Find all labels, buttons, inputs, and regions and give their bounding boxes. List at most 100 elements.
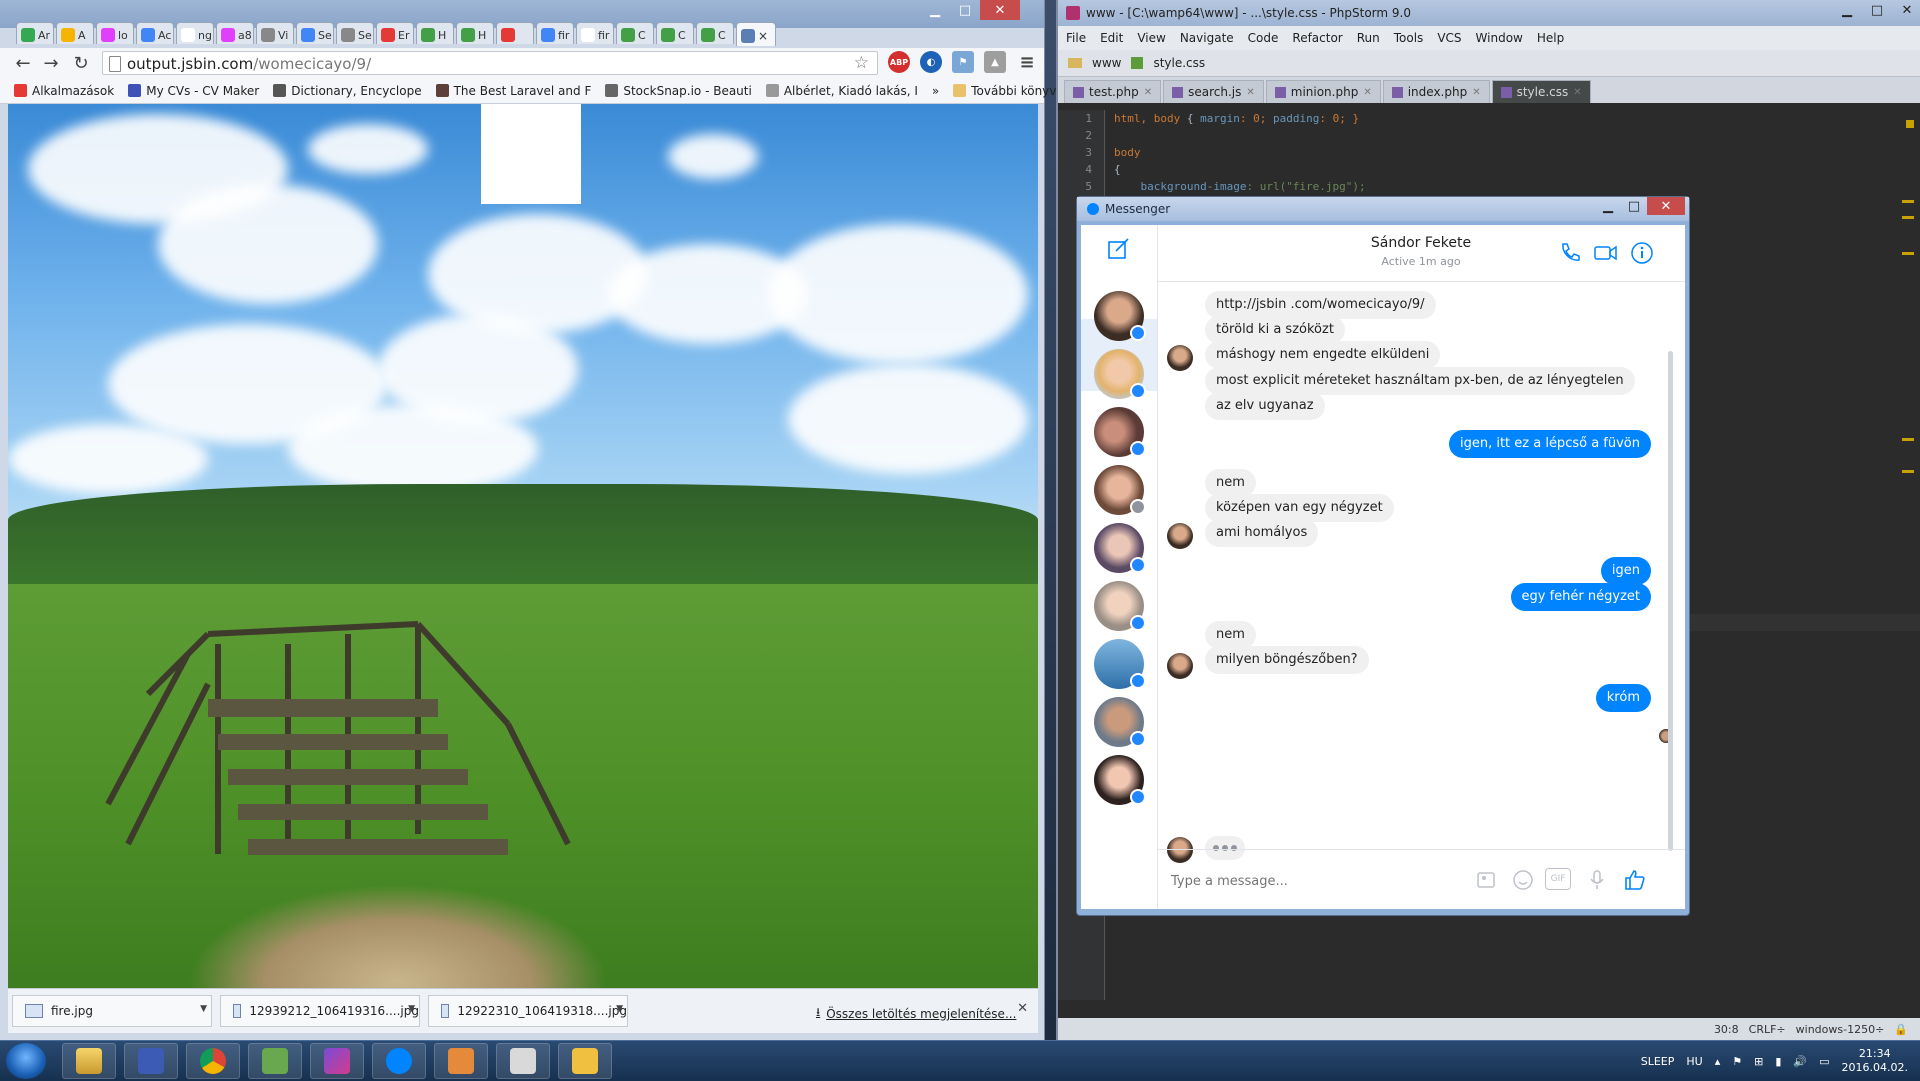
more-bookmarks-icon[interactable]: »: [932, 84, 939, 98]
file-tab[interactable]: style.css ✕: [1491, 80, 1591, 103]
phone-icon[interactable]: [1557, 241, 1583, 265]
flag-icon[interactable]: ⚑: [1732, 1055, 1742, 1068]
file-encoding[interactable]: windows-1250÷: [1796, 1023, 1885, 1036]
close-icon[interactable]: ✕: [1246, 87, 1254, 98]
message-bubble-incoming[interactable]: az elv ugyanaz: [1205, 392, 1325, 420]
minimize-icon[interactable]: ▁: [1595, 197, 1621, 215]
tab[interactable]: Ac: [136, 22, 174, 44]
menu-item[interactable]: Refactor: [1292, 31, 1342, 45]
close-icon[interactable]: ✕: [1647, 197, 1685, 215]
address-bar[interactable]: output.jsbin.com/womecicayo/9/ ☆: [102, 51, 878, 75]
bookmark[interactable]: My CVs - CV Maker: [128, 84, 259, 98]
language-indicator[interactable]: HU: [1686, 1055, 1702, 1068]
message-bubble-incoming[interactable]: ami homályos: [1205, 519, 1319, 547]
tab[interactable]: C: [696, 22, 734, 44]
star-icon[interactable]: ☆: [854, 53, 869, 73]
taskbar-app[interactable]: [496, 1043, 550, 1079]
menu-item[interactable]: Code: [1248, 31, 1279, 45]
maximize-icon[interactable]: □: [1862, 0, 1892, 20]
file-tab[interactable]: search.js ✕: [1163, 80, 1264, 103]
drive-icon[interactable]: ▲: [984, 51, 1006, 73]
volume-icon[interactable]: 🔊: [1793, 1055, 1807, 1068]
tab[interactable]: H: [456, 22, 494, 44]
show-all-downloads-link[interactable]: ⭳ Összes letöltés megjelenítése...: [816, 1003, 1016, 1024]
taskbar-app[interactable]: [124, 1043, 178, 1079]
chevron-up-icon[interactable]: ▴: [1715, 1055, 1721, 1068]
file-tab[interactable]: test.php ✕: [1064, 80, 1162, 103]
tab[interactable]: Er: [376, 22, 414, 44]
bookmark[interactable]: Alkalmazások: [14, 84, 114, 98]
menu-item[interactable]: View: [1137, 31, 1165, 45]
compose-icon[interactable]: [1107, 237, 1131, 261]
bookmark[interactable]: Albérlet, Kiadó lakás, I: [765, 84, 918, 98]
info-icon[interactable]: [1629, 241, 1655, 265]
menu-item[interactable]: VCS: [1437, 31, 1461, 45]
file-tab[interactable]: minion.php ✕: [1265, 80, 1381, 103]
close-icon[interactable]: ✕: [1363, 87, 1371, 98]
minimize-icon[interactable]: ▁: [920, 0, 950, 20]
menu-item[interactable]: File: [1066, 31, 1086, 45]
maximize-icon[interactable]: □: [950, 0, 980, 20]
lock-icon[interactable]: 🔒: [1894, 1023, 1908, 1036]
tab[interactable]: H: [416, 22, 454, 44]
tab[interactable]: Vi: [256, 22, 294, 44]
message-bubble-outgoing[interactable]: króm: [1595, 684, 1651, 712]
avatar[interactable]: [1094, 581, 1146, 631]
sleep-label[interactable]: SLEEP: [1641, 1055, 1675, 1068]
emoji-icon[interactable]: [1511, 868, 1535, 892]
message-bubble-incoming[interactable]: milyen böngészőben?: [1205, 646, 1369, 674]
file-tab[interactable]: index.php ✕: [1382, 80, 1490, 103]
battery-icon[interactable]: ▭: [1819, 1055, 1829, 1068]
tab[interactable]: Ar: [16, 22, 54, 44]
start-button[interactable]: [6, 1043, 46, 1079]
error-stripe-marker[interactable]: [1902, 438, 1914, 441]
message-bubble-outgoing[interactable]: igen, itt ez a lépcső a füvön: [1448, 430, 1651, 458]
message-bubble-incoming[interactable]: középen van egy négyzet: [1205, 494, 1394, 522]
gif-icon[interactable]: GIF: [1545, 868, 1571, 890]
menu-item[interactable]: Run: [1357, 31, 1380, 45]
avatar[interactable]: [1094, 407, 1146, 457]
close-icon[interactable]: ✕: [1017, 1001, 1028, 1016]
tab[interactable]: C: [616, 22, 654, 44]
close-icon[interactable]: ✕: [1573, 87, 1581, 98]
tab-active[interactable]: ×: [736, 22, 776, 46]
tab[interactable]: C: [656, 22, 694, 44]
clock[interactable]: 21:34 2016.04.02.: [1842, 1047, 1908, 1075]
avatar[interactable]: [1094, 291, 1146, 341]
reload-icon[interactable]: ↻: [70, 52, 92, 74]
taskbar-chrome[interactable]: [186, 1043, 240, 1079]
microphone-icon[interactable]: [1585, 868, 1609, 892]
error-stripe-marker[interactable]: [1902, 216, 1914, 219]
warning-marker[interactable]: [1906, 120, 1914, 128]
thread-scrollbar[interactable]: [1668, 351, 1673, 851]
close-icon[interactable]: ✕: [1892, 0, 1920, 20]
forward-icon[interactable]: →: [40, 52, 62, 74]
video-call-icon[interactable]: [1593, 241, 1619, 265]
message-bubble-outgoing[interactable]: egy fehér négyzet: [1510, 583, 1651, 611]
message-bubble-incoming[interactable]: http://jsbin .com/womecicayo/9/: [1205, 291, 1436, 319]
bookmark[interactable]: Dictionary, Encyclope: [273, 84, 422, 98]
download-item[interactable]: fire.jpg ▼: [12, 995, 212, 1027]
taskbar-explorer[interactable]: [62, 1043, 116, 1079]
message-bubble-incoming[interactable]: máshogy nem engedte elküldeni: [1205, 341, 1441, 369]
adblock-icon[interactable]: ABP: [888, 51, 910, 73]
tab[interactable]: fir: [576, 22, 614, 44]
avatar[interactable]: [1094, 349, 1146, 399]
taskbar-app[interactable]: [434, 1043, 488, 1079]
tab[interactable]: Se: [296, 22, 334, 44]
code-editor[interactable]: html, body { margin: 0; padding: 0; } bo…: [1114, 110, 1366, 195]
tab[interactable]: a8: [216, 22, 254, 44]
taskbar-messenger[interactable]: [372, 1043, 426, 1079]
menu-item[interactable]: Navigate: [1180, 31, 1234, 45]
extension-icon[interactable]: ⚑: [952, 51, 974, 73]
message-input[interactable]: [1169, 870, 1403, 892]
message-bubble-incoming[interactable]: töröld ki a szóközt: [1205, 316, 1345, 344]
tab[interactable]: [496, 22, 534, 44]
avatar[interactable]: [1094, 697, 1146, 747]
tab[interactable]: Se: [336, 22, 374, 44]
bookmark[interactable]: StockSnap.io - Beauti: [605, 84, 752, 98]
download-item[interactable]: 12939212_106419316....jpg ▼: [220, 995, 420, 1027]
chevron-down-icon[interactable]: ▼: [200, 1004, 207, 1014]
extension-icon[interactable]: ◐: [920, 51, 942, 73]
minimize-icon[interactable]: ▁: [1832, 0, 1862, 20]
